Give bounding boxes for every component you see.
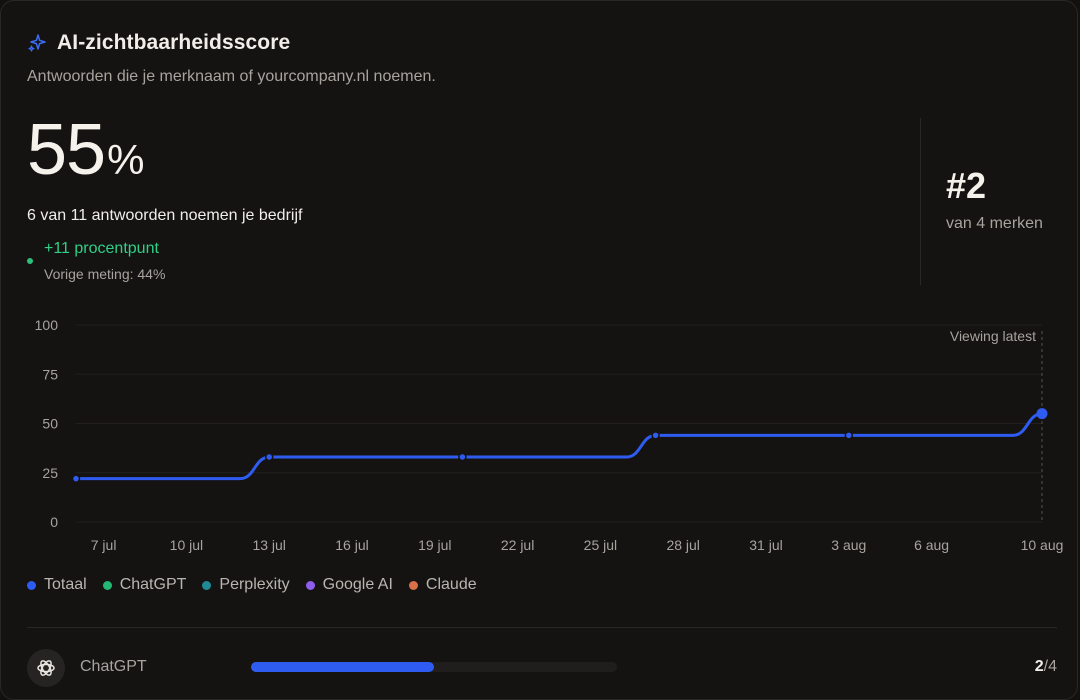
engine-name: ChatGPT <box>80 658 147 675</box>
legend-label: Claude <box>425 576 477 593</box>
vertical-divider <box>920 118 921 285</box>
legend-dot <box>305 580 315 590</box>
y-tick-label: 50 <box>42 416 58 432</box>
data-point <box>651 431 660 440</box>
openai-icon <box>27 649 65 687</box>
engine-progress-track <box>251 662 617 672</box>
x-tick-label: 31 jul <box>749 537 782 553</box>
delta-indicator-dot <box>27 258 33 264</box>
legend-item-google-ai[interactable]: Google AI <box>305 576 393 594</box>
section-divider <box>27 627 1057 628</box>
score-unit: % <box>107 136 145 183</box>
x-tick-label: 25 jul <box>584 537 617 553</box>
legend-dot <box>102 580 112 590</box>
y-tick-label: 75 <box>42 366 58 382</box>
card-subtitle: Antwoorden die je merknaam of yourcompan… <box>27 68 436 85</box>
x-tick-label: 28 jul <box>666 537 699 553</box>
x-tick-label: 10 jul <box>170 537 203 553</box>
data-point <box>71 474 81 483</box>
ai-visibility-card: AI-zichtbaarheidsscore Antwoorden die je… <box>0 0 1078 700</box>
rank-subtitle: van 4 merken <box>946 215 1043 232</box>
sparkle-icon <box>28 34 46 52</box>
x-tick-label: 7 jul <box>91 537 117 553</box>
legend-label: Perplexity <box>219 576 290 593</box>
legend-label: Totaal <box>44 576 87 593</box>
x-tick-label: 13 jul <box>252 537 285 553</box>
engine-score-total: /4 <box>1043 658 1057 675</box>
x-tick-label: 3 aug <box>831 537 866 553</box>
data-point <box>264 452 274 462</box>
score-value: 55 % <box>27 114 144 186</box>
legend-label: ChatGPT <box>119 576 187 593</box>
score-number: 55 <box>27 110 106 190</box>
legend-label: Google AI <box>322 576 393 593</box>
y-tick-label: 0 <box>50 514 58 530</box>
legend-dot <box>27 580 36 590</box>
legend-dot <box>202 580 212 590</box>
x-tick-label: 19 jul <box>418 537 451 553</box>
y-tick-label: 25 <box>42 465 58 481</box>
engine-score-mentioned: 2 <box>1034 658 1044 675</box>
x-tick-label: 16 jul <box>335 537 368 553</box>
rank-value: #2 <box>946 165 987 206</box>
data-point <box>458 452 467 462</box>
engine-score: 2/4 <box>1035 658 1057 676</box>
y-tick-label: 100 <box>35 317 59 333</box>
x-tick-label: 22 jul <box>501 537 534 553</box>
mention-count: 6 van 11 antwoorden noemen je bedrijf <box>27 207 303 224</box>
legend-dot <box>408 580 418 590</box>
legend-item-totaal[interactable]: Totaal <box>27 576 87 594</box>
visibility-line-chart[interactable]: 0 25 50 75 100 7 jul 10 jul 13 jul 16 jul 19 jul 2… <box>1 311 1080 561</box>
x-tick-label: 6 aug <box>914 537 949 553</box>
data-point <box>1036 408 1048 420</box>
legend-item-perplexity[interactable]: Perplexity <box>202 576 290 594</box>
chart-legend: Totaal ChatGPT Perplexity Google AI Claude <box>27 576 477 594</box>
legend-item-chatgpt[interactable]: ChatGPT <box>102 576 187 594</box>
engine-row-chatgpt[interactable]: ChatGPT 2/4 <box>27 649 1057 689</box>
delta-text: +11 procentpunt <box>44 240 159 257</box>
x-tick-label: 10 aug <box>1021 537 1064 553</box>
card-title: AI-zichtbaarheidsscore <box>57 31 291 54</box>
data-point <box>844 431 854 440</box>
card-header: AI-zichtbaarheidsscore <box>27 31 290 55</box>
previous-measurement: Vorige meting: 44% <box>44 266 166 282</box>
latest-annotation: Viewing latest <box>950 328 1036 344</box>
engine-progress-fill <box>251 662 434 672</box>
legend-item-claude[interactable]: Claude <box>408 576 477 594</box>
